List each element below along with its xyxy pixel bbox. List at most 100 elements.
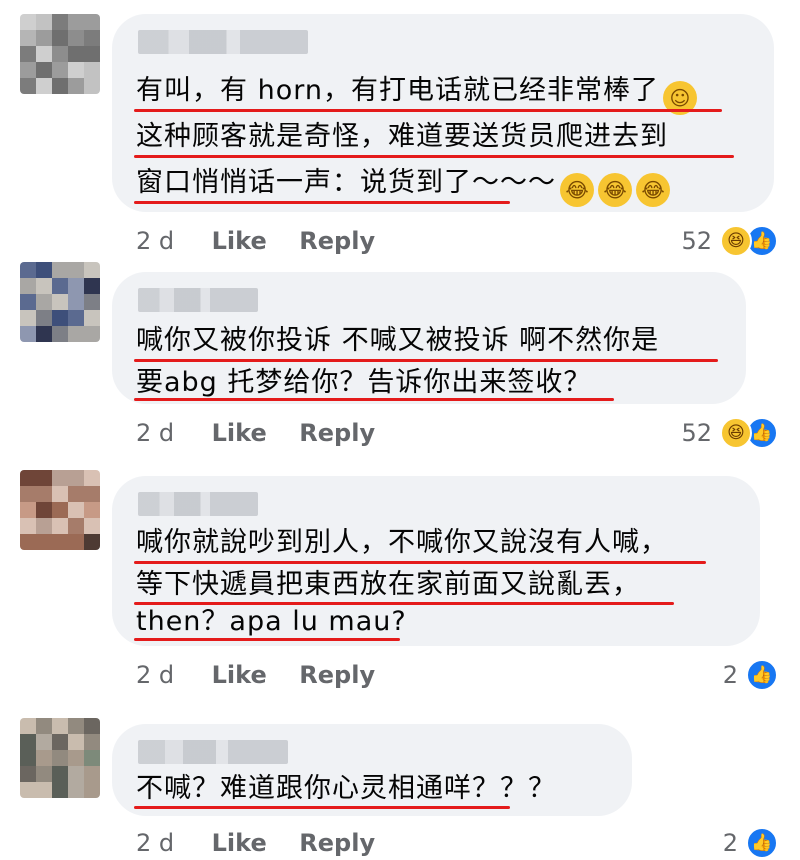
avatar-pixel [68,734,84,750]
timestamp[interactable]: 2 d [136,226,204,256]
avatar-pixel [52,534,68,550]
avatar-pixel [52,750,68,766]
avatar-pixel [84,734,100,750]
comment-bubble: 喊你就說吵到別人，不喊你又說沒有人喊， 等下快遞員把東西放在家前面又說亂丟， t… [112,476,760,646]
timestamp[interactable]: 2 d [136,418,204,448]
avatar-pixel [20,766,36,782]
avatar-pixel [36,766,52,782]
avatar-pixel [84,14,100,30]
reaction-count: 2 [722,661,738,689]
avatar-pixel [68,294,84,310]
reply-button[interactable]: Reply [299,661,375,689]
avatar-pixel [20,518,36,534]
avatar-pixel [52,326,68,342]
avatar-pixel [84,470,100,486]
avatar-pixel [36,294,52,310]
reaction-summary[interactable]: 2 👍 [723,658,778,692]
avatar-pixel [36,326,52,342]
avatar-pixel [84,486,100,502]
avatar-pixel [84,294,100,310]
avatar-pixel [20,782,36,798]
avatar-pixel [20,262,36,278]
avatar-pixel [52,734,68,750]
avatar-pixel [68,310,84,326]
reaction-count: 52 [681,419,712,447]
comment-line-2: 等下快遞員把東西放在家前面又說亂丟， [136,569,640,600]
comment-line-2: 要abg 托梦给你？告诉你出来签收？ [136,367,592,398]
like-button[interactable]: Like [212,418,292,448]
avatar-pixel [84,750,100,766]
avatar-pixel [84,78,100,94]
avatar-blurred[interactable] [20,14,100,94]
reaction-summary[interactable]: 52 😆 👍 [681,224,778,258]
reaction-summary[interactable]: 52 😆 👍 [681,416,778,450]
commenter-name-blurred[interactable] [138,492,258,516]
avatar-pixel [20,78,36,94]
avatar-pixel [68,502,84,518]
comment-line-3: then？apa lu mau? [136,606,407,637]
comment-meta: 2 d Like Reply [136,828,375,858]
avatar-pixel [68,262,84,278]
avatar-pixel [68,326,84,342]
avatar-pixel [20,486,36,502]
avatar-blurred[interactable] [20,470,100,550]
rofl-emoji-icon: 😂 [636,173,670,207]
comment-bubble: 不喊？难道跟你心灵相通咩？？？ [112,724,632,816]
avatar-blurred[interactable] [20,262,100,342]
avatar-pixel [68,78,84,94]
reply-button[interactable]: Reply [299,419,375,447]
comment-line-1: 喊你又被你投诉 不喊又被投诉 啊不然你是 [136,325,660,356]
comment-meta: 2 d Like Reply [136,226,375,256]
avatar-pixel [52,310,68,326]
commenter-name-blurred[interactable] [138,288,258,312]
avatar-pixel [20,718,36,734]
avatar-pixel [68,534,84,550]
avatar-pixel [52,62,68,78]
timestamp[interactable]: 2 d [136,828,204,858]
avatar-pixel [36,534,52,550]
avatar-pixel [68,278,84,294]
red-underline [134,561,706,564]
avatar-pixel [36,78,52,94]
avatar-pixel [84,782,100,798]
comment-bubble: 有叫，有 horn，有打电话就已经非常棒了 ☺ 这种顾客就是奇怪，难道要送货员爬进… [112,14,774,212]
like-button[interactable]: Like [212,660,292,690]
commenter-name-blurred[interactable] [138,740,288,764]
reaction-summary[interactable]: 2 👍 [723,826,778,860]
avatar-blurred[interactable] [20,718,100,798]
avatar-pixel [36,46,52,62]
red-underline [134,806,510,809]
red-underline [134,109,722,112]
avatar-pixel [20,30,36,46]
haha-reaction-icon: 😆 [720,417,752,449]
avatar-pixel [84,518,100,534]
avatar-pixel [36,750,52,766]
avatar-pixel [68,14,84,30]
avatar-pixel [36,518,52,534]
reaction-count: 52 [681,227,712,255]
like-button[interactable]: Like [212,226,292,256]
avatar-pixel [68,62,84,78]
avatar-pixel [36,734,52,750]
reply-button[interactable]: Reply [299,829,375,857]
avatar-pixel [68,782,84,798]
comment-meta: 2 d Like Reply [136,660,375,690]
avatar-pixel [36,782,52,798]
avatar-pixel [36,14,52,30]
avatar-pixel [84,62,100,78]
avatar-pixel [20,278,36,294]
reply-button[interactable]: Reply [299,227,375,255]
like-reaction-icon: 👍 [746,659,778,691]
avatar-pixel [36,718,52,734]
like-button[interactable]: Like [212,828,292,858]
avatar-pixel [20,46,36,62]
timestamp[interactable]: 2 d [136,660,204,690]
avatar-pixel [52,782,68,798]
rofl-emoji-icon: 😂 [560,173,594,207]
avatar-pixel [84,30,100,46]
avatar-pixel [68,30,84,46]
avatar-pixel [68,718,84,734]
avatar-pixel [68,46,84,62]
avatar-pixel [68,518,84,534]
commenter-name-blurred[interactable] [138,30,308,54]
